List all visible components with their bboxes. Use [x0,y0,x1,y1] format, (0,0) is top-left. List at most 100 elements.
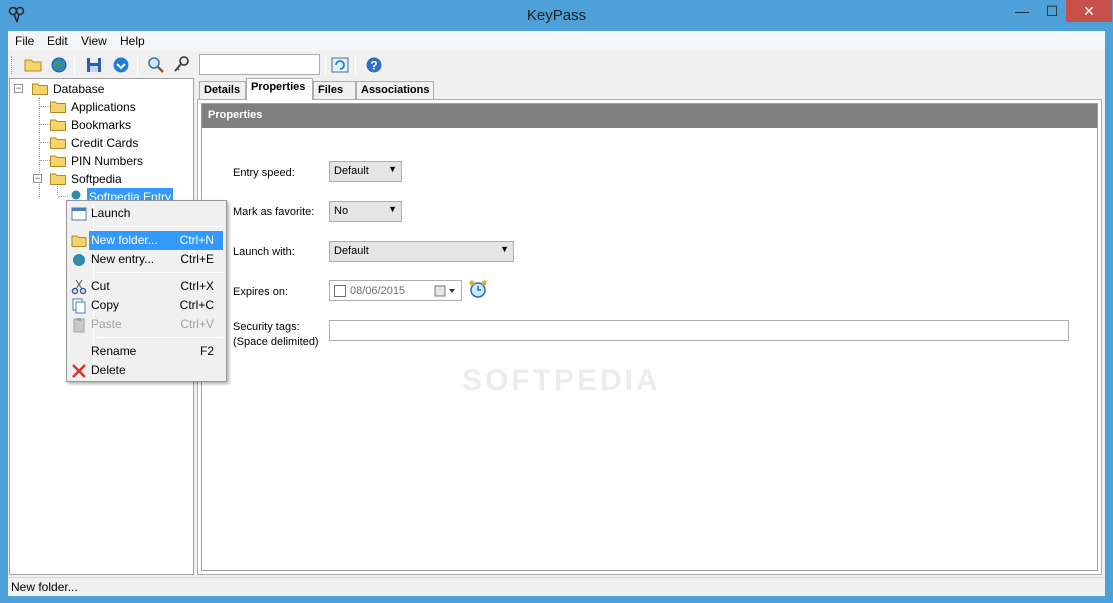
toolbar-grip[interactable] [11,56,14,74]
expires-date-value: 08/06/2015 [350,285,406,297]
menu-help[interactable]: Help [116,33,149,49]
delete-icon [72,364,86,378]
menu-item-launch[interactable]: Launch [69,204,224,223]
tree-guide-line [57,186,58,195]
tab-properties[interactable]: Properties [246,78,313,100]
menu-item-label: Copy [91,298,120,312]
toolbar-separator [74,55,75,75]
status-text: New folder... [11,580,78,594]
tree-collapse-toggle[interactable]: − [14,84,23,93]
save-icon[interactable] [84,55,104,75]
tree-guide-line [40,124,50,125]
menu-item-label: Cut [91,279,110,293]
search-input[interactable] [199,54,320,75]
menu-item-label: Delete [91,363,126,377]
title-bar[interactable]: KeyPass — ☐ ✕ [0,0,1113,31]
menu-item-shortcut: F2 [199,344,214,358]
menu-bar: File Edit View Help [8,31,1105,51]
menu-separator [97,226,223,227]
expires-checkbox[interactable] [334,285,346,297]
tab-files[interactable]: Files [313,81,356,100]
menu-item-label: Rename [91,344,137,358]
tree-item-credit-cards[interactable]: Credit Cards [69,134,140,152]
menu-view[interactable]: View [77,33,111,49]
menu-item-new-folder[interactable]: New folder... Ctrl+N [69,231,224,250]
status-bar: New folder... [8,577,1105,596]
favorite-label: Mark as favorite: [233,206,315,218]
key-search-icon[interactable] [172,55,192,75]
maximize-button[interactable]: ☐ [1038,0,1066,22]
launch-with-select[interactable]: Default ▼ [329,241,514,262]
properties-header: Properties [202,104,1097,128]
menu-item-copy[interactable]: Copy Ctrl+C [69,296,224,315]
toolbar: ? [8,52,1105,77]
toolbar-separator [325,55,326,75]
menu-item-label: Paste [91,317,122,331]
tab-associations[interactable]: Associations [356,81,434,100]
toolbar-separator [355,55,356,75]
tree-collapse-toggle[interactable]: − [33,174,42,183]
menu-item-label: New entry... [91,252,155,266]
menu-item-cut[interactable]: Cut Ctrl+X [69,277,224,296]
scissors-icon [71,279,87,295]
menu-item-rename[interactable]: Rename F2 [69,342,224,361]
launch-icon [71,207,87,221]
help-icon[interactable]: ? [364,55,384,75]
watermark: SOFTPEDIA [462,364,661,397]
launch-with-value: Default [334,245,369,257]
toolbar-separator [137,55,138,75]
sync-icon[interactable] [111,55,131,75]
launch-with-label: Launch with: [233,246,295,258]
chevron-down-icon: ▼ [500,244,509,254]
menu-item-shortcut: Ctrl+N [179,233,214,247]
favorite-select[interactable]: No ▼ [329,201,402,222]
globe-icon[interactable] [49,55,69,75]
entry-speed-value: Default [334,165,369,177]
expires-label: Expires on: [233,286,289,298]
expires-date-picker[interactable]: 08/06/2015 [329,280,462,301]
globe-icon [73,254,85,266]
menu-item-shortcut: Ctrl+C [179,298,214,312]
tree-guide-line [40,142,50,143]
tree-guide-line [40,106,50,107]
tree-item-database[interactable]: Database [51,80,106,98]
folder-icon [71,235,87,247]
paste-icon [73,318,85,333]
svg-text:?: ? [370,59,377,73]
alarm-clock-icon[interactable] [468,279,488,299]
tab-details[interactable]: Details [199,81,246,100]
folder-icon [50,137,66,149]
tree-item-applications[interactable]: Applications [69,98,138,116]
tree-item-pin-numbers[interactable]: PIN Numbers [69,152,145,170]
window-title: KeyPass [526,7,587,24]
open-folder-icon[interactable] [23,55,43,75]
folder-icon [50,101,66,113]
calendar-dropdown-icon[interactable] [434,285,458,297]
menu-item-shortcut: Ctrl+V [180,317,214,331]
properties-panel: Properties Entry speed: Default ▼ Mark a… [197,99,1102,575]
folder-icon [50,173,66,185]
menu-item-paste[interactable]: Paste Ctrl+V [69,315,224,334]
tab-strip: Details Properties Files Associations [197,78,1102,100]
tree-item-softpedia[interactable]: Softpedia [69,170,124,188]
entry-speed-label: Entry speed: [233,167,295,179]
menu-item-delete[interactable]: Delete [69,361,224,380]
security-tags-label: Security tags: [233,321,300,333]
tree-item-bookmarks[interactable]: Bookmarks [69,116,133,134]
refresh-icon[interactable] [330,55,350,75]
chevron-down-icon: ▼ [388,164,397,174]
menu-file[interactable]: File [11,33,38,49]
menu-item-shortcut: Ctrl+X [180,279,214,293]
search-icon[interactable] [146,55,166,75]
app-window: KeyPass — ☐ ✕ File Edit View Help ? − Da… [0,0,1113,603]
folder-icon [50,119,66,131]
close-button[interactable]: ✕ [1066,0,1112,22]
minimize-button[interactable]: — [1008,0,1036,22]
menu-item-new-entry[interactable]: New entry... Ctrl+E [69,250,224,269]
menu-edit[interactable]: Edit [43,33,72,49]
folder-icon [50,155,66,167]
entry-speed-select[interactable]: Default ▼ [329,161,402,182]
security-tags-input[interactable] [329,320,1069,341]
folder-icon [32,83,48,95]
security-tags-hint: (Space delimited) [233,336,319,348]
